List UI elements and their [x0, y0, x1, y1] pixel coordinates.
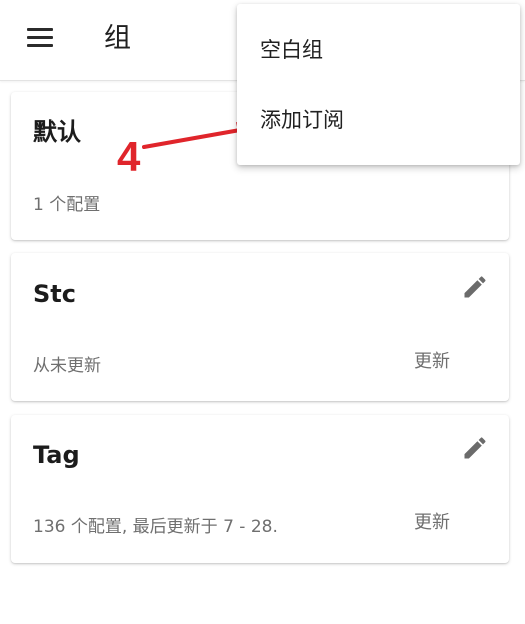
menu-item-blank-group[interactable]: 空白组	[237, 24, 520, 76]
edit-icon[interactable]	[461, 434, 489, 462]
group-title: 默认	[33, 118, 81, 146]
group-subtitle: 1 个配置	[33, 195, 101, 215]
group-title: Tag	[33, 441, 80, 469]
menu-item-add-subscription[interactable]: 添加订阅	[237, 94, 520, 146]
annotation-step-number: 4	[117, 133, 141, 180]
group-subtitle: 136 个配置, 最后更新于 7 - 28.	[33, 517, 278, 537]
group-subtitle: 从未更新	[33, 356, 101, 376]
page-title: 组	[104, 23, 131, 54]
update-button[interactable]: 更新	[414, 511, 450, 535]
hamburger-menu-icon[interactable]	[27, 28, 53, 48]
group-card-stc[interactable]: Stc 从未更新 更新	[11, 253, 509, 401]
update-button[interactable]: 更新	[414, 350, 450, 374]
group-card-tag[interactable]: Tag 136 个配置, 最后更新于 7 - 28. 更新	[11, 415, 509, 563]
add-group-menu: 空白组 添加订阅	[237, 4, 520, 165]
menu-item-label: 添加订阅	[260, 108, 344, 132]
group-title: Stc	[33, 280, 76, 308]
edit-icon[interactable]	[461, 273, 489, 301]
menu-item-label: 空白组	[260, 38, 323, 62]
